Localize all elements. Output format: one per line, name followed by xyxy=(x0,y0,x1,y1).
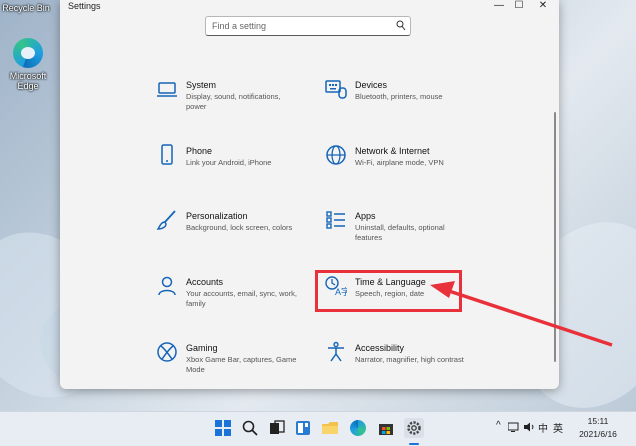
taskbar: ^ 中 英 15:11 2021/6/16 xyxy=(0,411,636,446)
clock-date: 2021/6/16 xyxy=(579,429,617,439)
network-icon[interactable] xyxy=(508,422,520,432)
search-icon xyxy=(242,420,258,436)
store-button[interactable] xyxy=(376,418,396,438)
task-view-button[interactable] xyxy=(267,418,287,438)
edge-button[interactable] xyxy=(348,418,368,438)
tray-overflow-chevron[interactable]: ^ xyxy=(496,420,501,431)
widgets-icon xyxy=(296,421,310,435)
file-explorer-button[interactable] xyxy=(320,418,340,438)
input-language-indicator[interactable]: 英 xyxy=(553,420,563,435)
clock[interactable]: 15:11 2021/6/16 xyxy=(567,415,629,441)
edge-icon xyxy=(350,420,366,436)
ime-indicator[interactable]: 中 xyxy=(538,420,548,435)
widgets-button[interactable] xyxy=(293,418,313,438)
settings-icon xyxy=(407,421,421,435)
store-icon xyxy=(379,424,393,435)
task-view-icon xyxy=(270,420,285,434)
clock-time: 15:11 xyxy=(587,416,609,426)
settings-button[interactable] xyxy=(404,418,424,438)
volume-icon[interactable] xyxy=(523,422,535,432)
start-icon xyxy=(215,420,231,436)
file-explorer-icon xyxy=(322,422,338,434)
annotation-arrow xyxy=(430,281,613,347)
taskbar-search-button[interactable] xyxy=(240,418,260,438)
start-button[interactable] xyxy=(213,418,233,438)
